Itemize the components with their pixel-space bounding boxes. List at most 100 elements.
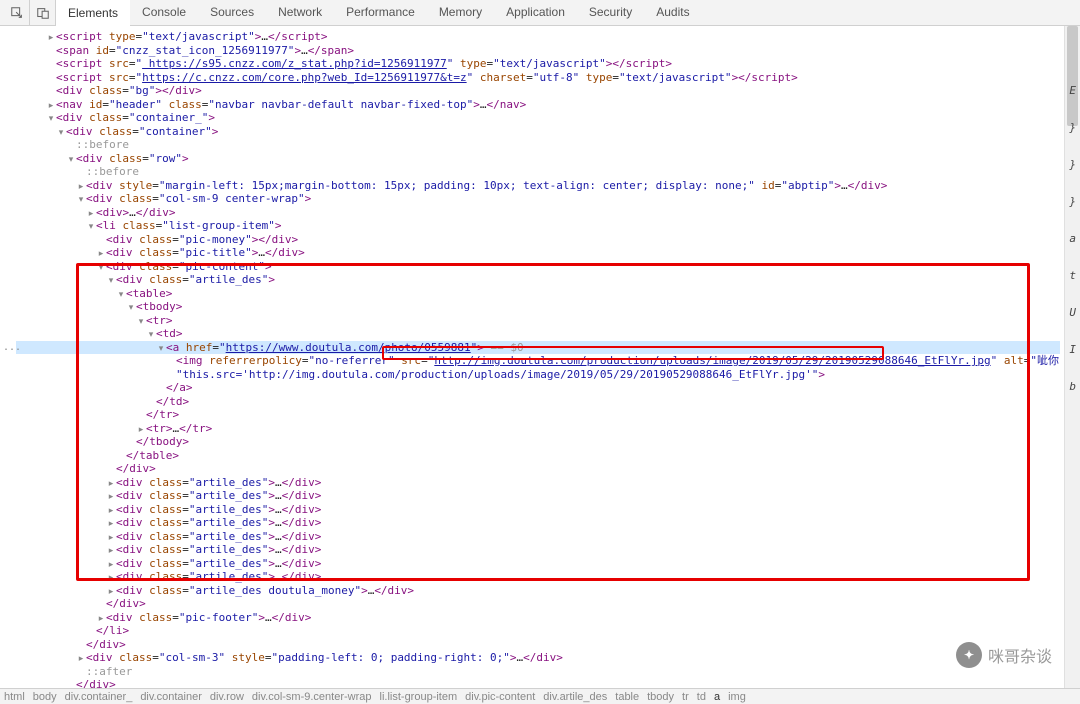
dom-tree-line[interactable]: ▸<div class="pic-title">…</div> xyxy=(16,246,1060,260)
toggle-icon[interactable]: ▸ xyxy=(106,517,116,531)
breadcrumb-item[interactable]: body xyxy=(33,691,57,703)
dom-tree-line[interactable]: <div class="pic-money"></div> xyxy=(16,233,1060,247)
toggle-icon[interactable]: ▾ xyxy=(66,153,76,167)
dom-tree-line[interactable]: </div> xyxy=(16,597,1060,611)
toggle-icon[interactable]: ▸ xyxy=(46,99,56,113)
toggle-icon[interactable]: ▾ xyxy=(126,301,136,315)
toggle-icon[interactable]: ▸ xyxy=(106,477,116,491)
toggle-icon[interactable]: ▸ xyxy=(106,544,116,558)
dom-tree-line[interactable]: ▸<div class="artile_des">…</div> xyxy=(16,557,1060,571)
tab-security[interactable]: Security xyxy=(577,0,644,26)
dom-tree-line[interactable]: ▾<td> xyxy=(16,327,1060,341)
breadcrumb-item[interactable]: img xyxy=(728,691,746,703)
breadcrumb-item[interactable]: div.row xyxy=(210,691,244,703)
dom-tree-line[interactable]: ::after xyxy=(16,665,1060,679)
toggle-icon[interactable]: ▾ xyxy=(116,288,126,302)
breadcrumb-item[interactable]: div.col-sm-9.center-wrap xyxy=(252,691,372,703)
dom-tree-line[interactable]: ::before xyxy=(16,165,1060,179)
dom-tree-line[interactable]: ▸<tr>…</tr> xyxy=(16,422,1060,436)
tab-elements[interactable]: Elements xyxy=(56,0,130,26)
toggle-icon[interactable]: ▾ xyxy=(136,315,146,329)
dom-tree-line[interactable]: ▸<div class="artile_des">…</div> xyxy=(16,489,1060,503)
breadcrumb-item[interactable]: div.container_ xyxy=(65,691,133,703)
toggle-icon[interactable]: ▸ xyxy=(46,31,56,45)
inspect-icon[interactable] xyxy=(4,0,30,26)
dom-tree-line[interactable]: </td> xyxy=(16,395,1060,409)
dom-tree-line[interactable]: </li> xyxy=(16,624,1060,638)
toggle-icon[interactable]: ▾ xyxy=(96,261,106,275)
dom-tree-line[interactable]: <span id="cnzz_stat_icon_1256911977">…</… xyxy=(16,44,1060,58)
breadcrumb-trail[interactable]: html body div.container_ div.container div.r… xyxy=(0,688,1080,704)
dom-tree-line[interactable]: ▾<div class="container"> xyxy=(16,125,1060,139)
dom-tree-line[interactable]: "this.src='http://img.doutula.com/produc… xyxy=(16,368,1060,382)
dom-tree-panel[interactable]: ... ▸<script type="text/javascript">…</s… xyxy=(0,26,1060,688)
dom-tree-line[interactable]: ::before xyxy=(16,138,1060,152)
dom-tree-line[interactable]: </div> xyxy=(16,678,1060,688)
dom-tree-line[interactable]: ▾<tr> xyxy=(16,314,1060,328)
toggle-icon[interactable]: ▾ xyxy=(56,126,66,140)
toggle-icon[interactable]: ▾ xyxy=(46,112,56,126)
dom-tree-line[interactable]: ▾<tbody> xyxy=(16,300,1060,314)
dom-tree-line[interactable]: ▸<div class="artile_des">…</div> xyxy=(16,476,1060,490)
dom-tree-line[interactable]: ▸<script type="text/javascript">…</scrip… xyxy=(16,30,1060,44)
toggle-icon[interactable]: ▸ xyxy=(106,558,116,572)
breadcrumb-item[interactable]: html xyxy=(4,691,25,703)
tab-audits[interactable]: Audits xyxy=(644,0,701,26)
toggle-icon[interactable]: ▾ xyxy=(106,274,116,288)
toggle-icon[interactable]: ▸ xyxy=(106,490,116,504)
dom-tree-line[interactable]: ▸<div>…</div> xyxy=(16,206,1060,220)
tab-sources[interactable]: Sources xyxy=(198,0,266,26)
dom-tree-line[interactable]: ▾<div class="artile_des"> xyxy=(16,273,1060,287)
dom-tree-line[interactable]: <div class="bg"></div> xyxy=(16,84,1060,98)
tab-application[interactable]: Application xyxy=(494,0,577,26)
dom-tree-line[interactable]: ▸<div class="artile_des">…</div> xyxy=(16,516,1060,530)
breadcrumb-item[interactable]: li.list-group-item xyxy=(380,691,458,703)
toggle-icon[interactable]: ▸ xyxy=(96,247,106,261)
dom-tree-line[interactable]: </tr> xyxy=(16,408,1060,422)
toggle-icon[interactable]: ▸ xyxy=(86,207,96,221)
dom-tree-line[interactable]: <script src="https://c.cnzz.com/core.php… xyxy=(16,71,1060,85)
dom-tree-line[interactable]: ▾<div class="col-sm-9 center-wrap"> xyxy=(16,192,1060,206)
dom-tree-line[interactable]: ▸<div class="artile_des">…</div> xyxy=(16,530,1060,544)
toggle-icon[interactable]: ▸ xyxy=(76,652,86,666)
toggle-icon[interactable]: ▾ xyxy=(146,328,156,342)
dom-tree-line[interactable]: ▸<div class="artile_des">…</div> xyxy=(16,570,1060,584)
dom-tree-line[interactable]: ▸<div class="col-sm-3" style="padding-le… xyxy=(16,651,1060,665)
breadcrumb-item[interactable]: div.pic-content xyxy=(465,691,535,703)
dom-tree-line[interactable]: ▾<div class="row"> xyxy=(16,152,1060,166)
dom-tree-line[interactable]: ▸<nav id="header" class="navbar navbar-d… xyxy=(16,98,1060,112)
toggle-icon[interactable]: ▸ xyxy=(106,571,116,585)
dom-tree-line[interactable]: ▸<div class="artile_des">…</div> xyxy=(16,503,1060,517)
toggle-icon[interactable]: ▾ xyxy=(86,220,96,234)
dom-tree-line[interactable]: ▾<table> xyxy=(16,287,1060,301)
dom-tree-line[interactable]: <script src=" https://s95.cnzz.com/z_sta… xyxy=(16,57,1060,71)
dom-tree-line[interactable]: </div> xyxy=(16,462,1060,476)
breadcrumb-item[interactable]: div.container xyxy=(140,691,202,703)
toggle-icon[interactable]: ▾ xyxy=(76,193,86,207)
dom-tree-line[interactable]: <img referrerpolicy="no-referrer" src="h… xyxy=(16,354,1060,368)
breadcrumb-item[interactable]: tr xyxy=(682,691,689,703)
breadcrumb-item[interactable]: td xyxy=(697,691,706,703)
dom-tree-line[interactable]: </a> xyxy=(16,381,1060,395)
toggle-icon[interactable]: ▸ xyxy=(106,531,116,545)
toggle-icon[interactable]: ▸ xyxy=(106,504,116,518)
dom-tree-line[interactable]: </table> xyxy=(16,449,1060,463)
toggle-icon[interactable]: ▾ xyxy=(156,342,166,356)
toggle-icon[interactable]: ▸ xyxy=(96,612,106,626)
dom-tree-line[interactable]: ▸<div class="artile_des doutula_money">…… xyxy=(16,584,1060,598)
dom-tree-line[interactable]: ▸<div style="margin-left: 15px;margin-bo… xyxy=(16,179,1060,193)
toggle-icon[interactable]: ▸ xyxy=(76,180,86,194)
breadcrumb-item[interactable]: tbody xyxy=(647,691,674,703)
dom-tree-line[interactable]: ▾<div class="pic-content"> xyxy=(16,260,1060,274)
breadcrumb-item[interactable]: a xyxy=(714,691,720,703)
dom-tree-line[interactable]: ▸<div class="pic-footer">…</div> xyxy=(16,611,1060,625)
tab-performance[interactable]: Performance xyxy=(334,0,427,26)
breadcrumb-item[interactable]: table xyxy=(615,691,639,703)
toggle-icon[interactable]: ▸ xyxy=(106,585,116,599)
tab-console[interactable]: Console xyxy=(130,0,198,26)
tab-memory[interactable]: Memory xyxy=(427,0,494,26)
dom-tree-line[interactable]: ▾<a href="https://www.doutula.com/photo/… xyxy=(16,341,1060,355)
dom-tree-line[interactable]: </div> xyxy=(16,638,1060,652)
tab-network[interactable]: Network xyxy=(266,0,334,26)
toggle-icon[interactable]: ▸ xyxy=(136,423,146,437)
